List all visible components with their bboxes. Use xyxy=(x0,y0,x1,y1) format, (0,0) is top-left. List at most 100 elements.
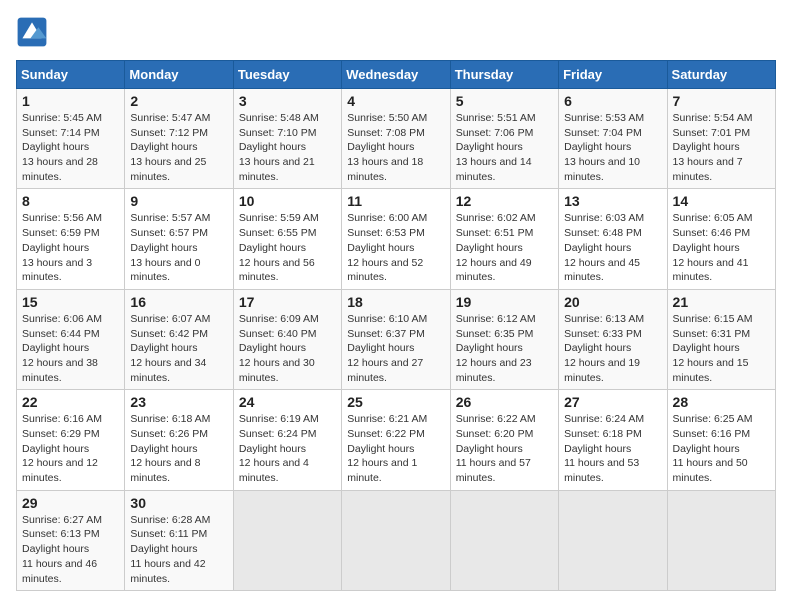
calendar-cell: 22 Sunrise: 6:16 AMSunset: 6:29 PMDaylig… xyxy=(17,390,125,490)
day-info: Sunrise: 6:13 AMSunset: 6:33 PMDaylight … xyxy=(564,313,644,384)
day-number: 16 xyxy=(130,294,227,310)
day-number: 28 xyxy=(673,394,770,410)
weekday-header-monday: Monday xyxy=(125,61,233,89)
day-number: 25 xyxy=(347,394,444,410)
calendar-cell: 12 Sunrise: 6:02 AMSunset: 6:51 PMDaylig… xyxy=(450,189,558,289)
weekday-header-tuesday: Tuesday xyxy=(233,61,341,89)
calendar-cell: 9 Sunrise: 5:57 AMSunset: 6:57 PMDayligh… xyxy=(125,189,233,289)
day-number: 7 xyxy=(673,93,770,109)
day-info: Sunrise: 6:00 AMSunset: 6:53 PMDaylight … xyxy=(347,212,427,283)
calendar-cell: 16 Sunrise: 6:07 AMSunset: 6:42 PMDaylig… xyxy=(125,289,233,389)
calendar-week-2: 8 Sunrise: 5:56 AMSunset: 6:59 PMDayligh… xyxy=(17,189,776,289)
calendar-cell: 3 Sunrise: 5:48 AMSunset: 7:10 PMDayligh… xyxy=(233,89,341,189)
calendar-week-1: 1 Sunrise: 5:45 AMSunset: 7:14 PMDayligh… xyxy=(17,89,776,189)
calendar-cell: 25 Sunrise: 6:21 AMSunset: 6:22 PMDaylig… xyxy=(342,390,450,490)
day-info: Sunrise: 6:10 AMSunset: 6:37 PMDaylight … xyxy=(347,313,427,384)
day-number: 13 xyxy=(564,193,661,209)
calendar-week-4: 22 Sunrise: 6:16 AMSunset: 6:29 PMDaylig… xyxy=(17,390,776,490)
day-number: 10 xyxy=(239,193,336,209)
calendar-cell: 7 Sunrise: 5:54 AMSunset: 7:01 PMDayligh… xyxy=(667,89,775,189)
day-number: 14 xyxy=(673,193,770,209)
day-info: Sunrise: 5:54 AMSunset: 7:01 PMDaylight … xyxy=(673,112,753,183)
header xyxy=(16,16,776,48)
logo xyxy=(16,16,52,48)
day-number: 12 xyxy=(456,193,553,209)
weekday-header-wednesday: Wednesday xyxy=(342,61,450,89)
day-number: 30 xyxy=(130,495,227,511)
calendar-cell: 27 Sunrise: 6:24 AMSunset: 6:18 PMDaylig… xyxy=(559,390,667,490)
day-info: Sunrise: 6:15 AMSunset: 6:31 PMDaylight … xyxy=(673,313,753,384)
weekday-header-sunday: Sunday xyxy=(17,61,125,89)
day-info: Sunrise: 6:07 AMSunset: 6:42 PMDaylight … xyxy=(130,313,210,384)
calendar-cell xyxy=(667,490,775,590)
day-number: 23 xyxy=(130,394,227,410)
calendar-cell xyxy=(342,490,450,590)
calendar-cell: 6 Sunrise: 5:53 AMSunset: 7:04 PMDayligh… xyxy=(559,89,667,189)
day-number: 15 xyxy=(22,294,119,310)
day-number: 5 xyxy=(456,93,553,109)
day-number: 8 xyxy=(22,193,119,209)
day-info: Sunrise: 6:18 AMSunset: 6:26 PMDaylight … xyxy=(130,413,210,484)
day-number: 22 xyxy=(22,394,119,410)
calendar-week-5: 29 Sunrise: 6:27 AMSunset: 6:13 PMDaylig… xyxy=(17,490,776,590)
day-info: Sunrise: 6:03 AMSunset: 6:48 PMDaylight … xyxy=(564,212,644,283)
day-info: Sunrise: 5:51 AMSunset: 7:06 PMDaylight … xyxy=(456,112,536,183)
calendar-cell: 26 Sunrise: 6:22 AMSunset: 6:20 PMDaylig… xyxy=(450,390,558,490)
weekday-header-thursday: Thursday xyxy=(450,61,558,89)
day-info: Sunrise: 5:56 AMSunset: 6:59 PMDaylight … xyxy=(22,212,102,283)
day-number: 24 xyxy=(239,394,336,410)
day-info: Sunrise: 6:27 AMSunset: 6:13 PMDaylight … xyxy=(22,514,102,585)
day-info: Sunrise: 6:28 AMSunset: 6:11 PMDaylight … xyxy=(130,514,210,585)
day-info: Sunrise: 6:05 AMSunset: 6:46 PMDaylight … xyxy=(673,212,753,283)
day-number: 4 xyxy=(347,93,444,109)
day-number: 3 xyxy=(239,93,336,109)
day-info: Sunrise: 6:24 AMSunset: 6:18 PMDaylight … xyxy=(564,413,644,484)
day-info: Sunrise: 5:45 AMSunset: 7:14 PMDaylight … xyxy=(22,112,102,183)
calendar-cell: 28 Sunrise: 6:25 AMSunset: 6:16 PMDaylig… xyxy=(667,390,775,490)
calendar-cell xyxy=(559,490,667,590)
weekday-header-row: SundayMondayTuesdayWednesdayThursdayFrid… xyxy=(17,61,776,89)
calendar-cell: 11 Sunrise: 6:00 AMSunset: 6:53 PMDaylig… xyxy=(342,189,450,289)
logo-icon xyxy=(16,16,48,48)
calendar-cell: 10 Sunrise: 5:59 AMSunset: 6:55 PMDaylig… xyxy=(233,189,341,289)
calendar-cell: 20 Sunrise: 6:13 AMSunset: 6:33 PMDaylig… xyxy=(559,289,667,389)
day-info: Sunrise: 6:16 AMSunset: 6:29 PMDaylight … xyxy=(22,413,102,484)
calendar-cell: 19 Sunrise: 6:12 AMSunset: 6:35 PMDaylig… xyxy=(450,289,558,389)
day-number: 17 xyxy=(239,294,336,310)
day-info: Sunrise: 5:59 AMSunset: 6:55 PMDaylight … xyxy=(239,212,319,283)
day-number: 6 xyxy=(564,93,661,109)
calendar-cell: 18 Sunrise: 6:10 AMSunset: 6:37 PMDaylig… xyxy=(342,289,450,389)
calendar-cell: 21 Sunrise: 6:15 AMSunset: 6:31 PMDaylig… xyxy=(667,289,775,389)
day-number: 27 xyxy=(564,394,661,410)
calendar-cell: 2 Sunrise: 5:47 AMSunset: 7:12 PMDayligh… xyxy=(125,89,233,189)
calendar-cell: 14 Sunrise: 6:05 AMSunset: 6:46 PMDaylig… xyxy=(667,189,775,289)
calendar-cell xyxy=(233,490,341,590)
calendar-cell xyxy=(450,490,558,590)
day-number: 1 xyxy=(22,93,119,109)
day-info: Sunrise: 6:09 AMSunset: 6:40 PMDaylight … xyxy=(239,313,319,384)
day-number: 21 xyxy=(673,294,770,310)
day-number: 26 xyxy=(456,394,553,410)
day-info: Sunrise: 6:25 AMSunset: 6:16 PMDaylight … xyxy=(673,413,753,484)
calendar-week-3: 15 Sunrise: 6:06 AMSunset: 6:44 PMDaylig… xyxy=(17,289,776,389)
day-info: Sunrise: 6:19 AMSunset: 6:24 PMDaylight … xyxy=(239,413,319,484)
day-info: Sunrise: 5:53 AMSunset: 7:04 PMDaylight … xyxy=(564,112,644,183)
calendar-cell: 8 Sunrise: 5:56 AMSunset: 6:59 PMDayligh… xyxy=(17,189,125,289)
calendar-cell: 4 Sunrise: 5:50 AMSunset: 7:08 PMDayligh… xyxy=(342,89,450,189)
day-number: 19 xyxy=(456,294,553,310)
day-number: 18 xyxy=(347,294,444,310)
day-number: 29 xyxy=(22,495,119,511)
calendar-cell: 24 Sunrise: 6:19 AMSunset: 6:24 PMDaylig… xyxy=(233,390,341,490)
day-info: Sunrise: 6:22 AMSunset: 6:20 PMDaylight … xyxy=(456,413,536,484)
day-info: Sunrise: 6:06 AMSunset: 6:44 PMDaylight … xyxy=(22,313,102,384)
day-number: 11 xyxy=(347,193,444,209)
day-info: Sunrise: 6:12 AMSunset: 6:35 PMDaylight … xyxy=(456,313,536,384)
weekday-header-saturday: Saturday xyxy=(667,61,775,89)
calendar-cell: 13 Sunrise: 6:03 AMSunset: 6:48 PMDaylig… xyxy=(559,189,667,289)
calendar-cell: 1 Sunrise: 5:45 AMSunset: 7:14 PMDayligh… xyxy=(17,89,125,189)
weekday-header-friday: Friday xyxy=(559,61,667,89)
day-info: Sunrise: 5:50 AMSunset: 7:08 PMDaylight … xyxy=(347,112,427,183)
day-info: Sunrise: 6:21 AMSunset: 6:22 PMDaylight … xyxy=(347,413,427,484)
calendar-cell: 17 Sunrise: 6:09 AMSunset: 6:40 PMDaylig… xyxy=(233,289,341,389)
day-info: Sunrise: 5:47 AMSunset: 7:12 PMDaylight … xyxy=(130,112,210,183)
